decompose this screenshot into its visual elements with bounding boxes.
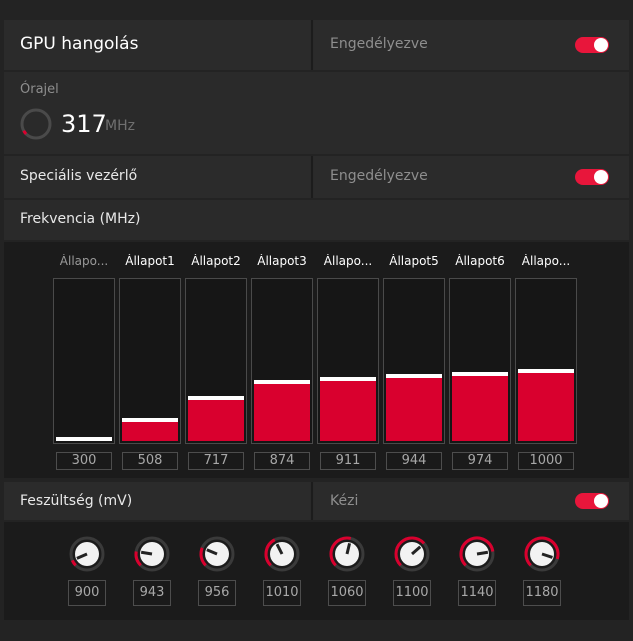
- frequency-state-label: Állapot2: [191, 254, 241, 268]
- voltage-knob-icon: [524, 536, 560, 572]
- frequency-state-slider[interactable]: [383, 278, 445, 444]
- special-control-row: Speciális vezérlő Engedélyezve: [4, 156, 629, 198]
- frequency-state-slider[interactable]: [251, 278, 313, 444]
- voltage-value-field[interactable]: 943: [133, 580, 171, 606]
- clock-gauge-icon: [20, 108, 52, 140]
- row-divider: [311, 20, 313, 70]
- voltage-knob-icon: [69, 536, 105, 572]
- special-control-title-cell: Speciális vezérlő: [4, 156, 310, 198]
- frequency-state-slider[interactable]: [53, 278, 115, 444]
- frequency-level-fill: [518, 373, 574, 441]
- frequency-state-slider[interactable]: [119, 278, 181, 444]
- voltage-knob[interactable]: [522, 534, 562, 574]
- frequency-panel: Állapo... 300 Állapot1 508 Állapot2 717 Állapo…: [4, 242, 629, 478]
- frequency-state-label: Állapot1: [125, 254, 175, 268]
- special-control-status-cell: Engedélyezve: [314, 156, 629, 198]
- gpu-tuning-row: GPU hangolás Engedélyezve: [4, 20, 629, 70]
- voltage-knob-icon: [134, 536, 170, 572]
- voltage-title: Feszültség (mV): [20, 493, 133, 509]
- frequency-slider-handle[interactable]: [518, 369, 574, 373]
- voltage-knob-icon: [199, 536, 235, 572]
- voltage-knob[interactable]: [262, 534, 302, 574]
- frequency-slider-handle[interactable]: [320, 377, 376, 381]
- voltage-knob-icon: [329, 536, 365, 572]
- frequency-value-field[interactable]: 300: [56, 452, 112, 470]
- voltage-value-field[interactable]: 900: [68, 580, 106, 606]
- toggle-knob: [594, 170, 608, 184]
- voltage-knob[interactable]: [457, 534, 497, 574]
- voltage-value-field[interactable]: 1060: [328, 580, 366, 606]
- frequency-state-label: Állapo...: [323, 254, 373, 268]
- voltage-mode-cell: Kézi: [314, 482, 629, 520]
- voltage-panel: 900 943 956 1010 1060 1100 1140 1180: [4, 522, 629, 620]
- voltage-title-cell: Feszültség (mV): [4, 482, 310, 520]
- frequency-state-label: Állapot5: [389, 254, 439, 268]
- frequency-state-label: Állapo...: [59, 254, 109, 268]
- frequency-level-fill: [122, 422, 178, 441]
- frequency-slider-handle[interactable]: [56, 437, 112, 441]
- voltage-value-field[interactable]: 956: [198, 580, 236, 606]
- clock-value: 317: [61, 110, 107, 138]
- voltage-knob[interactable]: [132, 534, 172, 574]
- toggle-knob: [594, 494, 608, 508]
- voltage-knob[interactable]: [392, 534, 432, 574]
- frequency-level-fill: [386, 378, 442, 441]
- frequency-level-fill: [254, 384, 310, 441]
- frequency-state-slider[interactable]: [515, 278, 577, 444]
- voltage-knob-icon: [264, 536, 300, 572]
- frequency-value-field[interactable]: 974: [452, 452, 508, 470]
- frequency-value-field[interactable]: 508: [122, 452, 178, 470]
- frequency-state-slider[interactable]: [449, 278, 511, 444]
- gpu-tuning-panel: GPU hangolás Engedélyezve Órajel 317 MHz…: [0, 0, 633, 641]
- frequency-state-slider[interactable]: [317, 278, 379, 444]
- frequency-value-field[interactable]: 944: [386, 452, 442, 470]
- frequency-level-fill: [320, 381, 376, 441]
- voltage-toggle[interactable]: [575, 493, 609, 509]
- clock-unit: MHz: [105, 118, 135, 134]
- voltage-knob[interactable]: [327, 534, 367, 574]
- voltage-knob-icon: [459, 536, 495, 572]
- frequency-value-field[interactable]: 911: [320, 452, 376, 470]
- toggle-knob: [594, 38, 608, 52]
- clock-label: Órajel: [20, 82, 59, 97]
- frequency-state-label: Állapot6: [455, 254, 505, 268]
- voltage-mode: Kézi: [330, 493, 359, 509]
- voltage-value-field[interactable]: 1180: [523, 580, 561, 606]
- frequency-value-field[interactable]: 1000: [518, 452, 574, 470]
- frequency-state-slider[interactable]: [185, 278, 247, 444]
- frequency-state-label: Állapot3: [257, 254, 307, 268]
- voltage-value-field[interactable]: 1010: [263, 580, 301, 606]
- gpu-tuning-status: Engedélyezve: [330, 36, 428, 52]
- gpu-tuning-status-cell: Engedélyezve: [314, 20, 629, 70]
- special-control-status: Engedélyezve: [330, 168, 428, 184]
- voltage-knob[interactable]: [197, 534, 237, 574]
- frequency-slider-handle[interactable]: [122, 418, 178, 422]
- frequency-level-fill: [452, 376, 508, 441]
- frequency-slider-handle[interactable]: [452, 372, 508, 376]
- voltage-knob-icon: [394, 536, 430, 572]
- voltage-value-field[interactable]: 1140: [458, 580, 496, 606]
- frequency-level-fill: [188, 400, 244, 441]
- frequency-slider-handle[interactable]: [254, 380, 310, 384]
- voltage-value-field[interactable]: 1100: [393, 580, 431, 606]
- gpu-tuning-toggle[interactable]: [575, 37, 609, 53]
- frequency-state-label: Állapo...: [521, 254, 571, 268]
- gpu-tuning-title-cell: GPU hangolás: [4, 20, 310, 70]
- frequency-slider-handle[interactable]: [386, 374, 442, 378]
- clock-row: Órajel 317 MHz: [4, 72, 629, 154]
- voltage-header-row: Feszültség (mV) Kézi: [4, 482, 629, 520]
- frequency-header-row: Frekvencia (MHz): [4, 200, 629, 240]
- row-divider: [311, 156, 313, 198]
- frequency-value-field[interactable]: 874: [254, 452, 310, 470]
- gpu-tuning-title: GPU hangolás: [20, 34, 139, 54]
- frequency-title: Frekvencia (MHz): [20, 211, 141, 227]
- voltage-knob[interactable]: [67, 534, 107, 574]
- frequency-slider-handle[interactable]: [188, 396, 244, 400]
- row-divider: [311, 482, 313, 520]
- special-control-title: Speciális vezérlő: [20, 168, 138, 184]
- frequency-value-field[interactable]: 717: [188, 452, 244, 470]
- special-control-toggle[interactable]: [575, 169, 609, 185]
